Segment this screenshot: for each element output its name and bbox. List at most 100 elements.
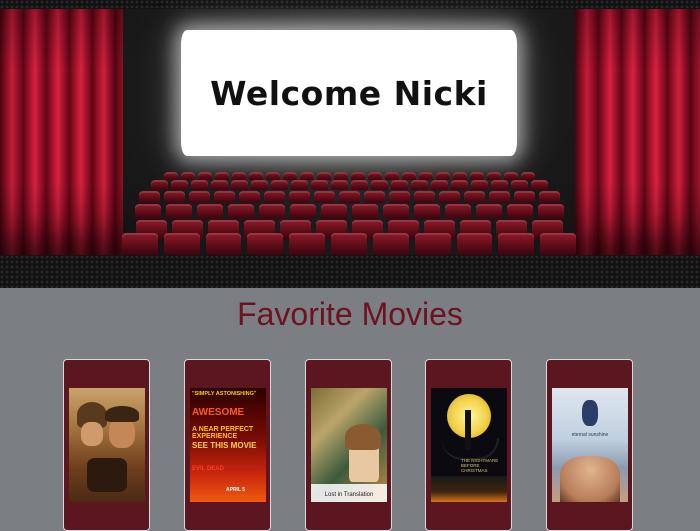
hill-curl-shape bbox=[441, 438, 499, 460]
seat bbox=[196, 204, 223, 219]
poster-indiana-jones[interactable] bbox=[69, 388, 145, 502]
poster-caption: eternal sunshine bbox=[571, 432, 609, 438]
poster-quote: "SIMPLY ASTONISHING" bbox=[192, 391, 257, 397]
movie-card[interactable]: THE NIGHTMARE BEFORE CHRISTMAS bbox=[425, 359, 512, 531]
poster-lost-in-translation[interactable]: Lost in Translation bbox=[311, 388, 387, 502]
seat bbox=[213, 191, 235, 203]
poster-title: EVIL DEAD bbox=[192, 466, 224, 472]
seat bbox=[430, 180, 448, 190]
movie-card[interactable] bbox=[63, 359, 150, 531]
seat bbox=[289, 204, 316, 219]
favorite-movies-list: "SIMPLY ASTONISHING" AWESOME A NEAR PERF… bbox=[0, 359, 700, 531]
seat bbox=[313, 191, 335, 203]
banner-bottom-band bbox=[0, 255, 700, 288]
movie-card[interactable]: eternal sunshine bbox=[546, 359, 633, 531]
seat bbox=[258, 204, 285, 219]
seat-row bbox=[122, 204, 576, 219]
seat bbox=[163, 172, 178, 180]
seat bbox=[363, 191, 385, 203]
seat bbox=[490, 180, 508, 190]
seat bbox=[163, 191, 185, 203]
face-shape bbox=[81, 422, 103, 446]
poster-quote: A NEAR PERFECT EXPERIENCE bbox=[192, 426, 254, 440]
seat-row bbox=[122, 172, 576, 180]
seat bbox=[289, 233, 326, 255]
figures-shape bbox=[87, 458, 127, 492]
seat bbox=[331, 233, 367, 255]
seat bbox=[250, 180, 268, 190]
seat bbox=[310, 180, 328, 190]
seat bbox=[435, 172, 450, 180]
seat bbox=[227, 204, 254, 219]
seat bbox=[190, 180, 208, 190]
seat bbox=[469, 172, 484, 180]
seat bbox=[290, 180, 308, 190]
seat bbox=[210, 180, 228, 190]
seat bbox=[488, 191, 510, 203]
seat bbox=[238, 191, 260, 203]
seat bbox=[299, 172, 314, 180]
movie-card[interactable]: "SIMPLY ASTONISHING" AWESOME A NEAR PERF… bbox=[184, 359, 271, 531]
seat bbox=[506, 204, 533, 219]
seat bbox=[475, 204, 502, 219]
favorite-movies-heading: Favorite Movies bbox=[237, 296, 463, 332]
poster-eternal-sunshine[interactable]: eternal sunshine bbox=[552, 388, 628, 502]
seat-row bbox=[122, 191, 576, 203]
seat bbox=[188, 191, 210, 203]
theater-banner: Welcome Nicki bbox=[0, 0, 700, 288]
seat bbox=[282, 172, 297, 180]
face-shape bbox=[109, 418, 135, 448]
poster-nightmare-before-christmas[interactable]: THE NIGHTMARE BEFORE CHRISTMAS bbox=[431, 388, 507, 502]
seat bbox=[350, 172, 365, 180]
curtain-left bbox=[0, 9, 123, 255]
welcome-title: Welcome Nicki bbox=[210, 73, 488, 113]
seat bbox=[537, 204, 564, 219]
seat-row bbox=[122, 233, 576, 255]
couple-shape bbox=[582, 400, 598, 426]
poster-caption: Lost in Translation bbox=[324, 492, 374, 498]
seat bbox=[418, 172, 433, 180]
seat bbox=[247, 233, 284, 255]
seat bbox=[270, 180, 288, 190]
seat bbox=[456, 233, 493, 255]
seat bbox=[214, 172, 229, 180]
seat bbox=[510, 180, 528, 190]
curtain-right bbox=[575, 9, 700, 255]
seat bbox=[410, 180, 428, 190]
seat bbox=[503, 172, 518, 180]
seat bbox=[390, 180, 408, 190]
seat bbox=[333, 172, 348, 180]
seat bbox=[288, 191, 310, 203]
theater-seats bbox=[122, 170, 576, 255]
seat bbox=[122, 233, 158, 255]
town-shape bbox=[431, 476, 507, 502]
seat bbox=[498, 233, 535, 255]
seat bbox=[338, 191, 360, 203]
seat bbox=[263, 191, 285, 203]
movie-card[interactable]: Lost in Translation bbox=[305, 359, 392, 531]
seat bbox=[230, 180, 248, 190]
seat bbox=[470, 180, 488, 190]
seat bbox=[134, 204, 161, 219]
seat bbox=[150, 180, 168, 190]
poster-caption: THE NIGHTMARE BEFORE CHRISTMAS bbox=[461, 458, 499, 473]
seat bbox=[413, 191, 435, 203]
seat bbox=[231, 172, 246, 180]
poster-evil-dead[interactable]: "SIMPLY ASTONISHING" AWESOME A NEAR PERF… bbox=[190, 388, 266, 502]
seat bbox=[165, 204, 192, 219]
seat bbox=[372, 233, 409, 255]
seat bbox=[382, 204, 409, 219]
seat bbox=[265, 172, 280, 180]
face-closeup-shape bbox=[560, 456, 620, 502]
seat bbox=[530, 180, 548, 190]
poster-quote: AWESOME bbox=[192, 407, 245, 418]
seat bbox=[538, 191, 560, 203]
hair-shape bbox=[345, 424, 381, 450]
cinema-screen: Welcome Nicki bbox=[181, 30, 517, 156]
seat bbox=[163, 233, 200, 255]
seat bbox=[316, 172, 331, 180]
seat bbox=[330, 180, 348, 190]
seat bbox=[388, 191, 410, 203]
seat bbox=[444, 204, 471, 219]
seat-row bbox=[122, 180, 576, 190]
